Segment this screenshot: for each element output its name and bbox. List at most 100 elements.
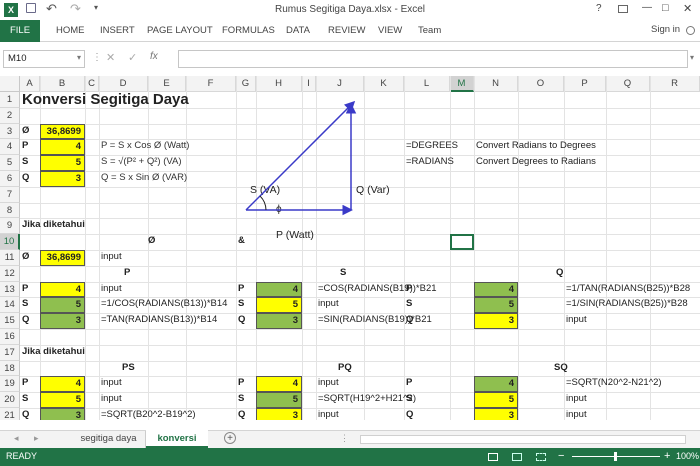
value-cell[interactable]: 4 (40, 139, 85, 156)
value-cell[interactable]: 5 (474, 297, 518, 314)
zoom-slider[interactable] (572, 452, 660, 461)
row-header[interactable]: 14 (0, 297, 20, 314)
formula-input[interactable] (178, 50, 688, 68)
value-cell[interactable]: 4 (256, 281, 302, 298)
row-header[interactable]: 17 (0, 344, 20, 361)
scroll-right-icon[interactable]: ▸ (34, 433, 39, 444)
value-cell[interactable]: 4 (40, 281, 85, 298)
value-cell[interactable]: 36,8699 (40, 123, 85, 140)
user-icon[interactable] (686, 26, 695, 35)
column-header[interactable]: K (364, 76, 404, 92)
row-header[interactable]: 10 (0, 234, 20, 250)
row-header[interactable]: 2 (0, 107, 20, 124)
value-cell[interactable]: 4 (40, 376, 85, 393)
scroll-left-icon[interactable]: ◂ (14, 433, 19, 444)
value-cell[interactable]: 5 (256, 297, 302, 314)
row-header[interactable]: 20 (0, 392, 20, 408)
value-cell[interactable]: 3 (40, 313, 85, 329)
sheet-tab-konversi[interactable]: konversi (146, 430, 208, 448)
column-header[interactable]: G (236, 76, 256, 92)
value-cell[interactable]: 3 (474, 408, 518, 420)
value-cell[interactable]: 4 (474, 376, 518, 393)
column-header[interactable]: R (650, 76, 700, 92)
value-cell[interactable]: 4 (474, 281, 518, 298)
tab-data[interactable]: DATA (286, 25, 310, 36)
tab-formulas[interactable]: FORMULAS (222, 25, 275, 36)
value-cell[interactable]: 5 (474, 392, 518, 408)
value-cell[interactable]: 4 (256, 376, 302, 393)
maximize-button[interactable]: □ (662, 2, 669, 14)
row-header[interactable]: 12 (0, 265, 20, 282)
zoom-level[interactable]: 100% (676, 451, 699, 461)
page-break-view-icon[interactable] (536, 453, 546, 461)
value-cell[interactable]: 3 (474, 313, 518, 329)
row-header[interactable]: 9 (0, 218, 20, 235)
column-header[interactable]: Q (606, 76, 650, 92)
zoom-out-icon[interactable]: − (558, 450, 564, 462)
selected-cell[interactable] (450, 234, 474, 250)
column-header[interactable]: D (99, 76, 148, 92)
zoom-slider-thumb[interactable] (614, 452, 617, 461)
row-header[interactable]: 6 (0, 171, 20, 187)
row-header[interactable]: 21 (0, 408, 20, 420)
name-box[interactable]: M10 ▾ (3, 50, 85, 68)
help-button[interactable]: ? (596, 3, 602, 14)
insert-function-icon[interactable]: fx (150, 51, 158, 62)
row-header[interactable]: 11 (0, 250, 20, 266)
value-cell[interactable]: 5 (40, 297, 85, 314)
enter-icon[interactable]: ✓ (128, 51, 137, 64)
column-header[interactable]: J (316, 76, 364, 92)
select-all-corner[interactable] (0, 76, 20, 92)
tab-page-layout[interactable]: PAGE LAYOUT (147, 25, 213, 36)
value-cell[interactable]: 3 (40, 171, 85, 187)
value-cell[interactable]: 3 (256, 313, 302, 329)
column-header[interactable]: L (404, 76, 450, 92)
column-header[interactable]: F (186, 76, 236, 92)
close-button[interactable]: ✕ (683, 2, 692, 15)
page-layout-view-icon[interactable] (512, 453, 522, 461)
row-header[interactable]: 18 (0, 360, 20, 377)
row-header[interactable]: 8 (0, 202, 20, 219)
normal-view-icon[interactable] (488, 453, 498, 461)
add-sheet-button[interactable]: + (224, 432, 236, 444)
row-header[interactable]: 5 (0, 155, 20, 171)
row-header[interactable]: 1 (0, 92, 20, 108)
value-cell[interactable]: 5 (40, 155, 85, 171)
tab-view[interactable]: VIEW (378, 25, 402, 36)
cancel-icon[interactable]: ✕ (106, 51, 115, 64)
column-header[interactable]: H (256, 76, 302, 92)
tab-review[interactable]: REVIEW (328, 25, 365, 36)
value-cell[interactable]: 5 (40, 392, 85, 408)
ribbon-display-icon[interactable] (618, 5, 628, 13)
column-header[interactable]: P (564, 76, 606, 92)
tab-home[interactable]: HOME (56, 25, 85, 36)
sheet-tab-segitiga-daya[interactable]: segitiga daya (72, 431, 146, 448)
horizontal-scrollbar[interactable] (360, 435, 686, 444)
row-header[interactable]: 4 (0, 139, 20, 156)
value-cell[interactable]: 3 (40, 408, 85, 420)
minimize-button[interactable]: — (642, 2, 652, 13)
column-header[interactable]: A (20, 76, 40, 92)
row-header[interactable]: 3 (0, 123, 20, 140)
column-header[interactable]: O (518, 76, 564, 92)
row-header[interactable]: 15 (0, 313, 20, 329)
column-header[interactable]: I (302, 76, 316, 92)
worksheet-grid[interactable]: ABCDEFGHIJKLMNOPQR 1 2 3 4 5 6 7 8 9 10 11 12 13 14 15… (0, 76, 700, 420)
column-header[interactable]: C (85, 76, 99, 92)
row-header[interactable]: 19 (0, 376, 20, 393)
column-header[interactable]: M (450, 76, 474, 92)
row-header[interactable]: 7 (0, 186, 20, 203)
column-header[interactable]: E (148, 76, 186, 92)
value-cell[interactable]: 3 (256, 408, 302, 420)
tab-file[interactable]: FILE (0, 20, 40, 42)
tab-team[interactable]: Team (418, 25, 441, 36)
value-cell[interactable]: 5 (256, 392, 302, 408)
column-header[interactable]: B (40, 76, 85, 92)
tab-insert[interactable]: INSERT (100, 25, 135, 36)
sign-in-link[interactable]: Sign in (651, 24, 680, 35)
value-cell[interactable]: 36,8699 (40, 250, 85, 266)
column-header[interactable]: N (474, 76, 518, 92)
row-header[interactable]: 16 (0, 329, 20, 345)
zoom-in-icon[interactable]: + (664, 450, 670, 462)
row-header[interactable]: 13 (0, 281, 20, 298)
